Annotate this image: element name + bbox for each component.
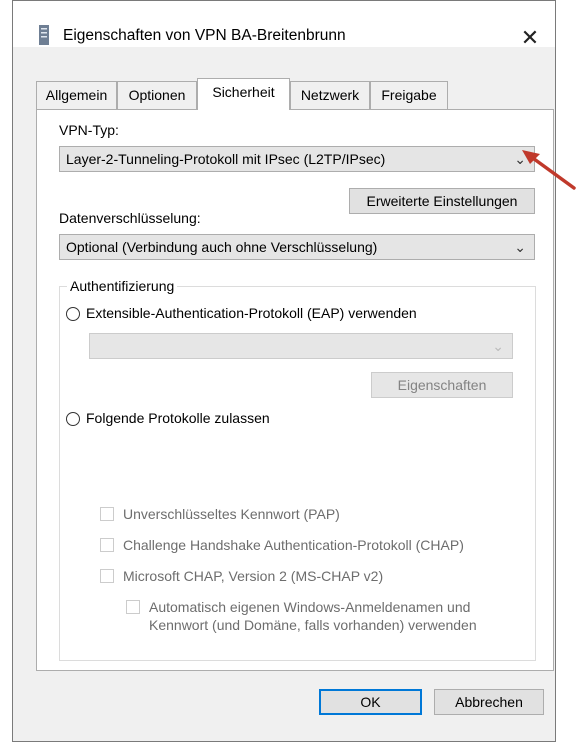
properties-dialog: Eigenschaften von VPN BA-Breitenbrunn ✕ … bbox=[12, 0, 556, 742]
close-icon: ✕ bbox=[520, 25, 540, 50]
tab-sicherheit[interactable]: Sicherheit bbox=[197, 78, 290, 110]
auto-logon-checkbox[interactable] bbox=[126, 600, 140, 614]
mschapv2-checkbox[interactable] bbox=[100, 569, 114, 583]
title-bar: Eigenschaften von VPN BA-Breitenbrunn ✕ bbox=[13, 1, 555, 50]
encryption-value: Optional (Verbindung auch ohne Verschlüs… bbox=[66, 239, 378, 255]
encryption-label: Datenverschlüsselung: bbox=[59, 210, 201, 226]
background-window-right bbox=[555, 0, 576, 742]
auto-logon-label-line1: Automatisch eigenen Windows-Anmeldenamen… bbox=[149, 599, 471, 615]
security-tab-panel: VPN-Typ: Layer-2-Tunneling-Protokoll mit… bbox=[36, 109, 554, 671]
eap-properties-button[interactable]: Eigenschaften bbox=[371, 372, 513, 398]
network-connection-icon bbox=[39, 25, 49, 45]
encryption-select[interactable]: Optional (Verbindung auch ohne Verschlüs… bbox=[59, 234, 535, 260]
authentication-group-label: Authentifizierung bbox=[67, 278, 178, 294]
pap-checkbox[interactable] bbox=[100, 507, 114, 521]
mschapv2-label: Microsoft CHAP, Version 2 (MS-CHAP v2) bbox=[123, 568, 384, 584]
eap-radio-label: Extensible-Authentication-Protokoll (EAP… bbox=[86, 305, 417, 321]
protocols-radio[interactable] bbox=[66, 412, 80, 426]
cancel-button[interactable]: Abbrechen bbox=[434, 689, 544, 715]
tab-optionen[interactable]: Optionen bbox=[117, 81, 197, 109]
auto-logon-label-line2: Kennwort (und Domäne, falls vorhanden) v… bbox=[149, 617, 477, 633]
vpn-type-value: Layer-2-Tunneling-Protokoll mit IPsec (L… bbox=[66, 151, 386, 167]
advanced-settings-button[interactable]: Erweiterte Einstellungen bbox=[349, 188, 535, 214]
chevron-down-icon: ⌄ bbox=[492, 338, 504, 354]
tab-netzwerk[interactable]: Netzwerk bbox=[290, 81, 370, 109]
close-button[interactable]: ✕ bbox=[515, 23, 545, 53]
window-title: Eigenschaften von VPN BA-Breitenbrunn bbox=[63, 27, 346, 44]
protocols-radio-label: Folgende Protokolle zulassen bbox=[86, 410, 270, 426]
tab-freigabe[interactable]: Freigabe bbox=[370, 81, 448, 109]
chevron-down-icon: ⌄ bbox=[514, 239, 526, 255]
chap-checkbox[interactable] bbox=[100, 538, 114, 552]
vpn-type-select[interactable]: Layer-2-Tunneling-Protokoll mit IPsec (L… bbox=[59, 146, 535, 172]
eap-method-select[interactable]: ⌄ bbox=[89, 333, 513, 359]
tab-allgemein[interactable]: Allgemein bbox=[36, 81, 117, 109]
pap-label: Unverschlüsseltes Kennwort (PAP) bbox=[123, 506, 340, 522]
annotation-arrow-icon bbox=[522, 150, 576, 190]
vpn-type-label: VPN-Typ: bbox=[59, 122, 119, 138]
eap-radio[interactable] bbox=[66, 307, 80, 321]
ok-button[interactable]: OK bbox=[319, 689, 422, 715]
chap-label: Challenge Handshake Authentication-Proto… bbox=[123, 537, 464, 553]
